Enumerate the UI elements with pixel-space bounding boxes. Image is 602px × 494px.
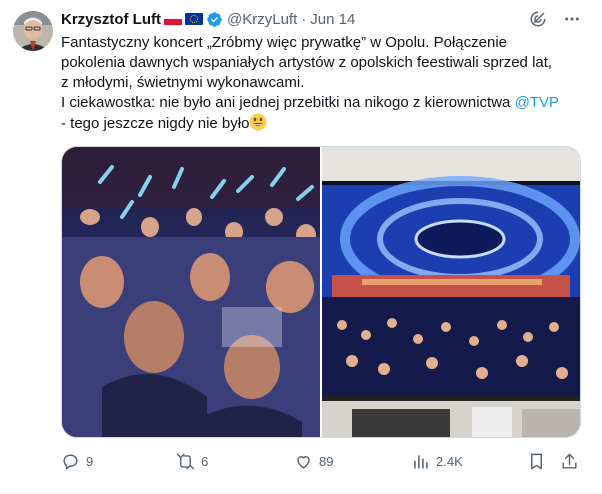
grinning-face-icon (249, 113, 267, 131)
verified-badge-icon[interactable] (206, 11, 223, 28)
views-button[interactable]: 2.4K (411, 452, 463, 471)
concert-crowd-photo[interactable] (62, 147, 320, 437)
tweet-text-line: - tego jeszcze nigdy nie było (61, 113, 576, 134)
concert-crowd-image (62, 147, 320, 437)
like-icon (297, 455, 310, 469)
author-handle[interactable]: @KrzyLuft (227, 11, 297, 28)
author-name[interactable]: Krzysztof Luft (61, 11, 161, 28)
tweet[interactable]: Krzysztof Luft @KrzyLuft · Jun 14 Fantas… (0, 0, 602, 494)
eu-flag-icon (185, 13, 203, 25)
tweet-text: Fantastyczny koncert „Zróbmy więc prywat… (61, 33, 576, 134)
tweet-text-segment: I ciekawostka: nie było ani jednej przeb… (61, 94, 515, 111)
poland-flag-icon (164, 13, 182, 25)
bookmark-icon (531, 453, 542, 469)
repost-count: 6 (201, 453, 209, 469)
grok-icon[interactable] (529, 10, 547, 28)
share-button[interactable] (560, 452, 579, 471)
tweet-text-line: I ciekawostka: nie było ani jednej przeb… (61, 93, 576, 113)
tweet-text-segment: - tego jeszcze nigdy nie było (61, 115, 250, 132)
share-icon (562, 453, 577, 469)
avatar[interactable] (13, 11, 53, 51)
tweet-text-line: z młodymi, świetnymi wykonawcami. (61, 74, 305, 91)
like-button[interactable]: 89 (294, 452, 333, 471)
reply-icon (63, 453, 78, 469)
avatar-image (13, 11, 53, 51)
tweet-text-line: Fantastyczny koncert „Zróbmy więc prywat… (61, 34, 507, 51)
like-count: 89 (319, 453, 334, 469)
tv-screen-stage-photo[interactable] (322, 147, 580, 437)
reply-count: 9 (86, 453, 94, 469)
tweet-date[interactable]: Jun 14 (310, 11, 355, 28)
views-count: 2.4K (436, 453, 463, 469)
media-grid (61, 146, 581, 438)
views-icon (414, 454, 428, 469)
tweet-text-line: pokolenia dawnych wspaniałych artystów z… (61, 54, 553, 71)
tweet-header: Krzysztof Luft @KrzyLuft · Jun 14 (61, 8, 581, 30)
tv-stage-image (322, 147, 580, 437)
separator-dot: · (301, 10, 307, 28)
more-icon[interactable] (563, 10, 581, 28)
mention-link[interactable]: @TVP (515, 94, 559, 111)
action-bar: 9 6 89 2.4K (61, 450, 581, 472)
reply-button[interactable]: 9 (61, 452, 93, 471)
bookmark-button[interactable] (527, 452, 546, 471)
repost-button[interactable]: 6 (176, 452, 208, 471)
repost-icon (176, 453, 195, 469)
